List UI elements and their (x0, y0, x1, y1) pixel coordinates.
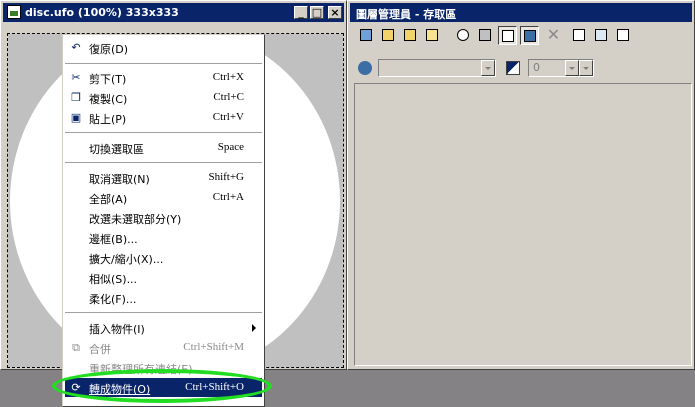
menu-item-deselect[interactable]: 取消選取(N) Shift+G (65, 168, 262, 187)
library-toolbar: ✕ (351, 23, 691, 50)
delete-icon[interactable]: ✕ (544, 26, 563, 45)
context-menu: ↶ 復原(D) ✂ 剪下(T) Ctrl+X ❐ 複製(C) Ctrl+C ▣ … (62, 34, 265, 407)
menu-item-undo[interactable]: ↶ 復原(D) (65, 38, 262, 57)
edit-icon[interactable] (592, 26, 611, 45)
image-document-icon (7, 5, 21, 19)
menu-item-insert-object[interactable]: 插入物件(I) (65, 318, 262, 337)
submenu-arrow-icon (252, 324, 256, 332)
spinner-up-down[interactable] (565, 60, 579, 76)
menu-item-paste[interactable]: ▣ 貼上(P) Ctrl+V (65, 108, 262, 127)
scissors-icon: ✂ (71, 71, 81, 84)
menu-separator (65, 312, 262, 314)
menu-separator (65, 162, 262, 164)
opacity-value: 0 (533, 61, 540, 74)
menu-item-soften[interactable]: 柔化(F)... (65, 288, 262, 307)
menu-item-merge[interactable]: ⧉ 合併 Ctrl+Shift+M (65, 338, 262, 357)
menu-item-refresh-links[interactable]: 重新整理所有連結(E) (65, 358, 262, 377)
menu-item-cut[interactable]: ✂ 剪下(T) Ctrl+X (65, 68, 262, 87)
menu-item-copy[interactable]: ❐ 複製(C) Ctrl+C (65, 88, 262, 107)
menu-item-select-all[interactable]: 全部(A) Ctrl+A (65, 188, 262, 207)
properties-icon[interactable] (570, 26, 589, 45)
duplicate-icon[interactable] (498, 26, 517, 45)
menu-item-border[interactable]: 邊框(B)... (65, 228, 262, 247)
opacity-spinner[interactable]: 0 (528, 59, 594, 77)
copy-icon[interactable] (614, 26, 633, 45)
menu-item-toggle-selection[interactable]: 切換選取區 Space (65, 138, 262, 157)
paste-icon: ▣ (70, 111, 82, 124)
menu-separator (65, 63, 262, 65)
menu-item-invert-selection[interactable]: 改選未選取部分(Y) (65, 208, 262, 227)
library-window-titlebar[interactable]: 圖層管理員 - 存取區 (350, 3, 692, 22)
chevron-down-icon[interactable] (579, 60, 593, 76)
opacity-icon (506, 61, 520, 75)
chevron-down-icon[interactable] (481, 60, 495, 76)
convert-object-icon: ⟳ (71, 381, 81, 394)
maximize-button[interactable]: □ (310, 6, 324, 19)
arrange-icon[interactable] (476, 26, 495, 45)
view-icon[interactable] (520, 26, 539, 45)
folder-icon[interactable] (379, 26, 398, 45)
search-icon[interactable] (454, 26, 473, 45)
blend-mode-select[interactable] (378, 59, 496, 77)
undo-icon: ↶ (71, 41, 81, 54)
image-window-titlebar[interactable]: disc.ufo (100%) 333x333 _ □ × (3, 3, 344, 22)
menu-item-convert-to-object[interactable]: ⟳ 轉成物件(O) Ctrl+Shift+O (65, 378, 262, 397)
close-button[interactable]: × (328, 6, 342, 19)
folder-save-icon[interactable] (423, 26, 442, 45)
new-layer-icon[interactable] (357, 26, 376, 45)
image-window-title: disc.ufo (100%) 333x333 (25, 6, 179, 19)
color-mode-icon (358, 61, 372, 75)
merge-icon: ⧉ (72, 341, 80, 354)
menu-separator (65, 132, 262, 134)
copy-icon: ❐ (71, 91, 81, 104)
library-window-title: 圖層管理員 - 存取區 (356, 8, 457, 21)
menu-item-similar[interactable]: 相似(S)... (65, 268, 262, 287)
minimize-button[interactable]: _ (294, 6, 308, 19)
folder-open-icon[interactable] (401, 26, 420, 45)
layer-list[interactable] (354, 83, 692, 366)
library-window: 圖層管理員 - 存取區 ✕ 0 (347, 0, 695, 370)
menu-item-expand-contract[interactable]: 擴大/縮小(X)... (65, 248, 262, 267)
